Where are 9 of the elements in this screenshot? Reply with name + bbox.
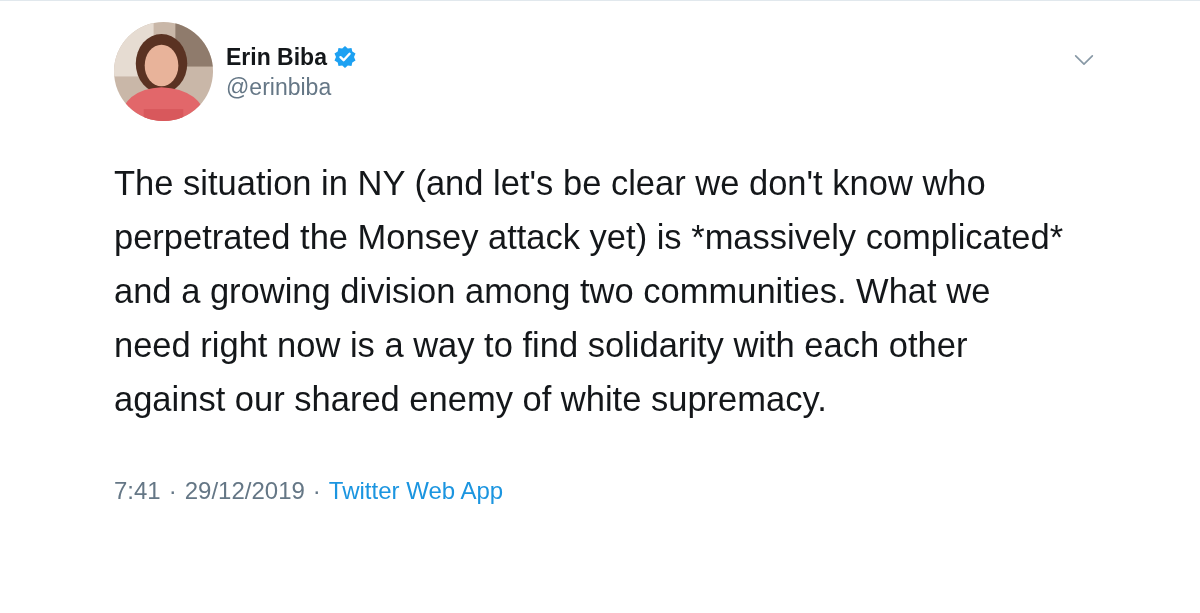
timestamp: · (312, 476, 321, 506)
timestamp: · (168, 476, 177, 506)
author-handle[interactable]: @erinbiba (226, 72, 357, 102)
source-link[interactable]: Twitter Web App (328, 476, 504, 506)
timestamp: 29/12/2019 (184, 476, 305, 506)
tweet-text: The situation in NY (and let's be clear we don't know who perpetrated the Monsey attack yet) is *massively complicated* and a growing division among two communities. What we need right now is a way to find solidarity with each other against our shared enemy of white supremacy. (114, 163, 1065, 420)
author-name[interactable]: Erin Biba (226, 42, 327, 72)
chevron-down-icon[interactable] (1074, 54, 1094, 66)
timestamp: 7:41 (114, 476, 161, 506)
